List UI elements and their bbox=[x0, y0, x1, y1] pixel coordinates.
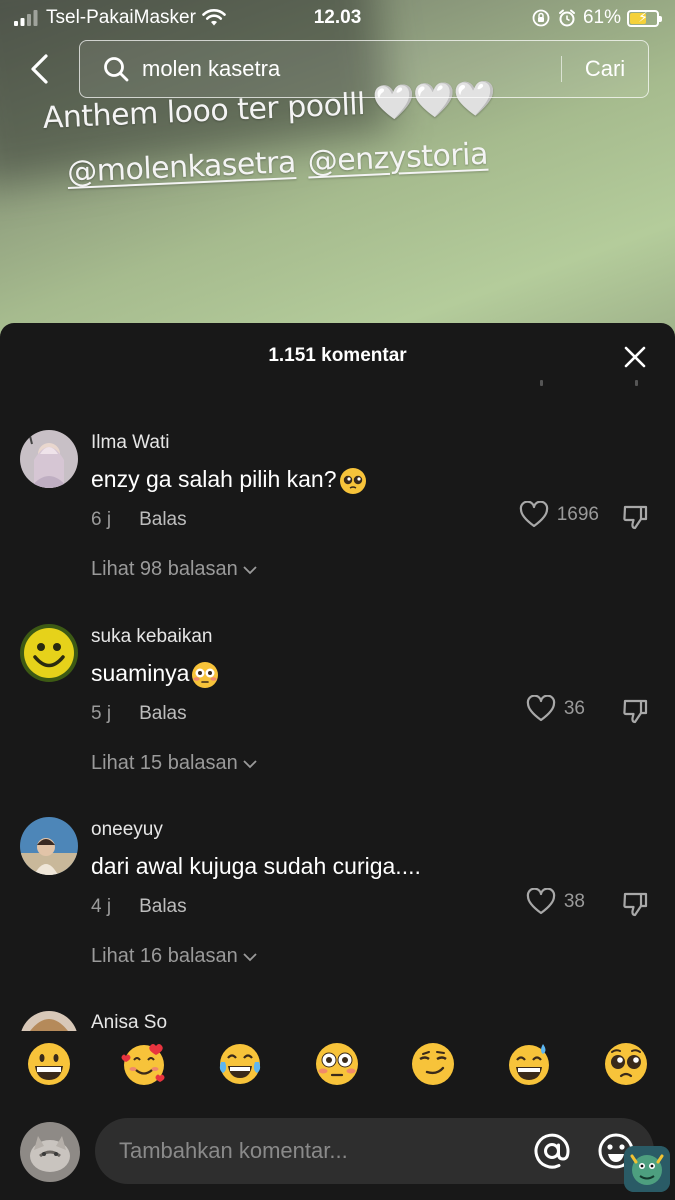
charging-bolt-icon: ⚡ bbox=[638, 8, 648, 25]
comment-age: 5 j bbox=[91, 703, 112, 724]
search-bar[interactable]: molen kasetra Cari bbox=[79, 40, 649, 98]
reply-button[interactable]: Balas bbox=[139, 703, 187, 725]
search-icon bbox=[104, 57, 129, 82]
avatar[interactable] bbox=[20, 1011, 78, 1031]
view-replies-button[interactable]: Lihat 98 balasan bbox=[91, 558, 258, 581]
comment-username[interactable]: Ilma Wati bbox=[91, 432, 169, 454]
heart-icon bbox=[526, 888, 556, 915]
pleading-face-icon bbox=[339, 467, 366, 494]
like-count: 38 bbox=[563, 891, 585, 912]
heart-icon bbox=[526, 695, 556, 722]
flushed-face-icon[interactable] bbox=[313, 1040, 361, 1088]
view-replies-button[interactable]: Lihat 16 balasan bbox=[91, 945, 258, 968]
search-button[interactable]: Cari bbox=[562, 56, 648, 82]
smiling-face-with-hearts-icon[interactable] bbox=[120, 1040, 168, 1088]
avatar[interactable] bbox=[20, 624, 78, 682]
emoji-quick-bar bbox=[0, 1040, 675, 1110]
comment-text-body: suaminya bbox=[91, 660, 190, 686]
reply-button[interactable]: Balas bbox=[139, 509, 187, 531]
comment-age: 4 j bbox=[91, 896, 112, 917]
comment-username[interactable]: oneeyuy bbox=[91, 819, 163, 841]
comment-meta: 6 j Balas bbox=[91, 509, 187, 531]
alarm-icon bbox=[558, 9, 575, 27]
comment-text: dari awal kujuga sudah curiga.... bbox=[91, 853, 421, 880]
avatar bbox=[20, 1122, 80, 1182]
status-bar: Tsel-PakaiMasker 12.03 61% ⚡ bbox=[0, 0, 675, 36]
flushed-face-icon bbox=[192, 661, 219, 688]
scroll-indicator bbox=[540, 380, 543, 386]
like-button[interactable]: 1696 bbox=[519, 501, 599, 529]
battery-icon: ⚡ bbox=[627, 8, 662, 27]
view-replies-label: Lihat 98 balasan bbox=[91, 558, 238, 580]
comments-count-title: 1.151 komentar bbox=[268, 345, 407, 366]
grinning-face-icon[interactable] bbox=[25, 1040, 73, 1088]
comment-input-placeholder: Tambahkan komentar... bbox=[119, 1138, 348, 1163]
comment-composer: Tambahkan komentar... bbox=[0, 1108, 675, 1200]
comment-username[interactable]: suka kebaikan bbox=[91, 626, 212, 648]
back-button[interactable] bbox=[24, 52, 58, 86]
comment-text-body: enzy ga salah pilih kan? bbox=[91, 466, 337, 492]
comment-username[interactable]: Anisa So bbox=[91, 1012, 167, 1031]
smirking-face-icon[interactable] bbox=[409, 1040, 457, 1088]
app-badge-icon bbox=[624, 1146, 670, 1192]
orientation-lock-icon bbox=[532, 9, 550, 27]
dislike-icon[interactable] bbox=[621, 890, 649, 918]
view-replies-label: Lihat 15 balasan bbox=[91, 752, 238, 774]
like-count: 1696 bbox=[556, 504, 599, 525]
avatar[interactable] bbox=[20, 817, 78, 875]
chevron-down-icon bbox=[243, 759, 257, 768]
close-icon[interactable] bbox=[623, 345, 647, 369]
comment-meta: 4 j Balas bbox=[91, 896, 187, 918]
like-button[interactable]: 36 bbox=[526, 695, 585, 723]
caption-mention-1: @molenkasetra bbox=[66, 145, 297, 190]
pleading-face-icon[interactable] bbox=[602, 1040, 650, 1088]
chevron-down-icon bbox=[243, 952, 257, 961]
grinning-sweat-icon[interactable] bbox=[505, 1040, 553, 1088]
scroll-indicator bbox=[635, 380, 638, 386]
tears-of-joy-icon[interactable] bbox=[216, 1040, 264, 1088]
view-replies-label: Lihat 16 balasan bbox=[91, 945, 238, 967]
comment-input[interactable]: Tambahkan komentar... bbox=[95, 1118, 654, 1184]
at-mention-icon[interactable] bbox=[532, 1131, 572, 1171]
dislike-icon[interactable] bbox=[621, 503, 649, 531]
chevron-down-icon bbox=[243, 565, 257, 574]
search-input[interactable]: molen kasetra bbox=[142, 56, 561, 82]
like-button[interactable]: 38 bbox=[526, 888, 585, 916]
dislike-icon[interactable] bbox=[621, 697, 649, 725]
comment-item: Anisa So bbox=[0, 1011, 675, 1031]
battery-percent: 61% bbox=[582, 7, 621, 28]
comment-meta: 5 j Balas bbox=[91, 703, 187, 725]
view-replies-button[interactable]: Lihat 15 balasan bbox=[91, 752, 258, 775]
comment-text: suaminya bbox=[91, 660, 219, 689]
comment-age: 6 j bbox=[91, 509, 112, 530]
avatar[interactable] bbox=[20, 430, 78, 488]
caption-mention-2: @enzystoria bbox=[306, 136, 489, 180]
reply-button[interactable]: Balas bbox=[139, 896, 187, 918]
heart-icon bbox=[519, 501, 548, 528]
comment-text: enzy ga salah pilih kan? bbox=[91, 466, 367, 495]
comment-text-body: dari awal kujuga sudah curiga.... bbox=[91, 853, 421, 879]
like-count: 36 bbox=[563, 698, 585, 719]
